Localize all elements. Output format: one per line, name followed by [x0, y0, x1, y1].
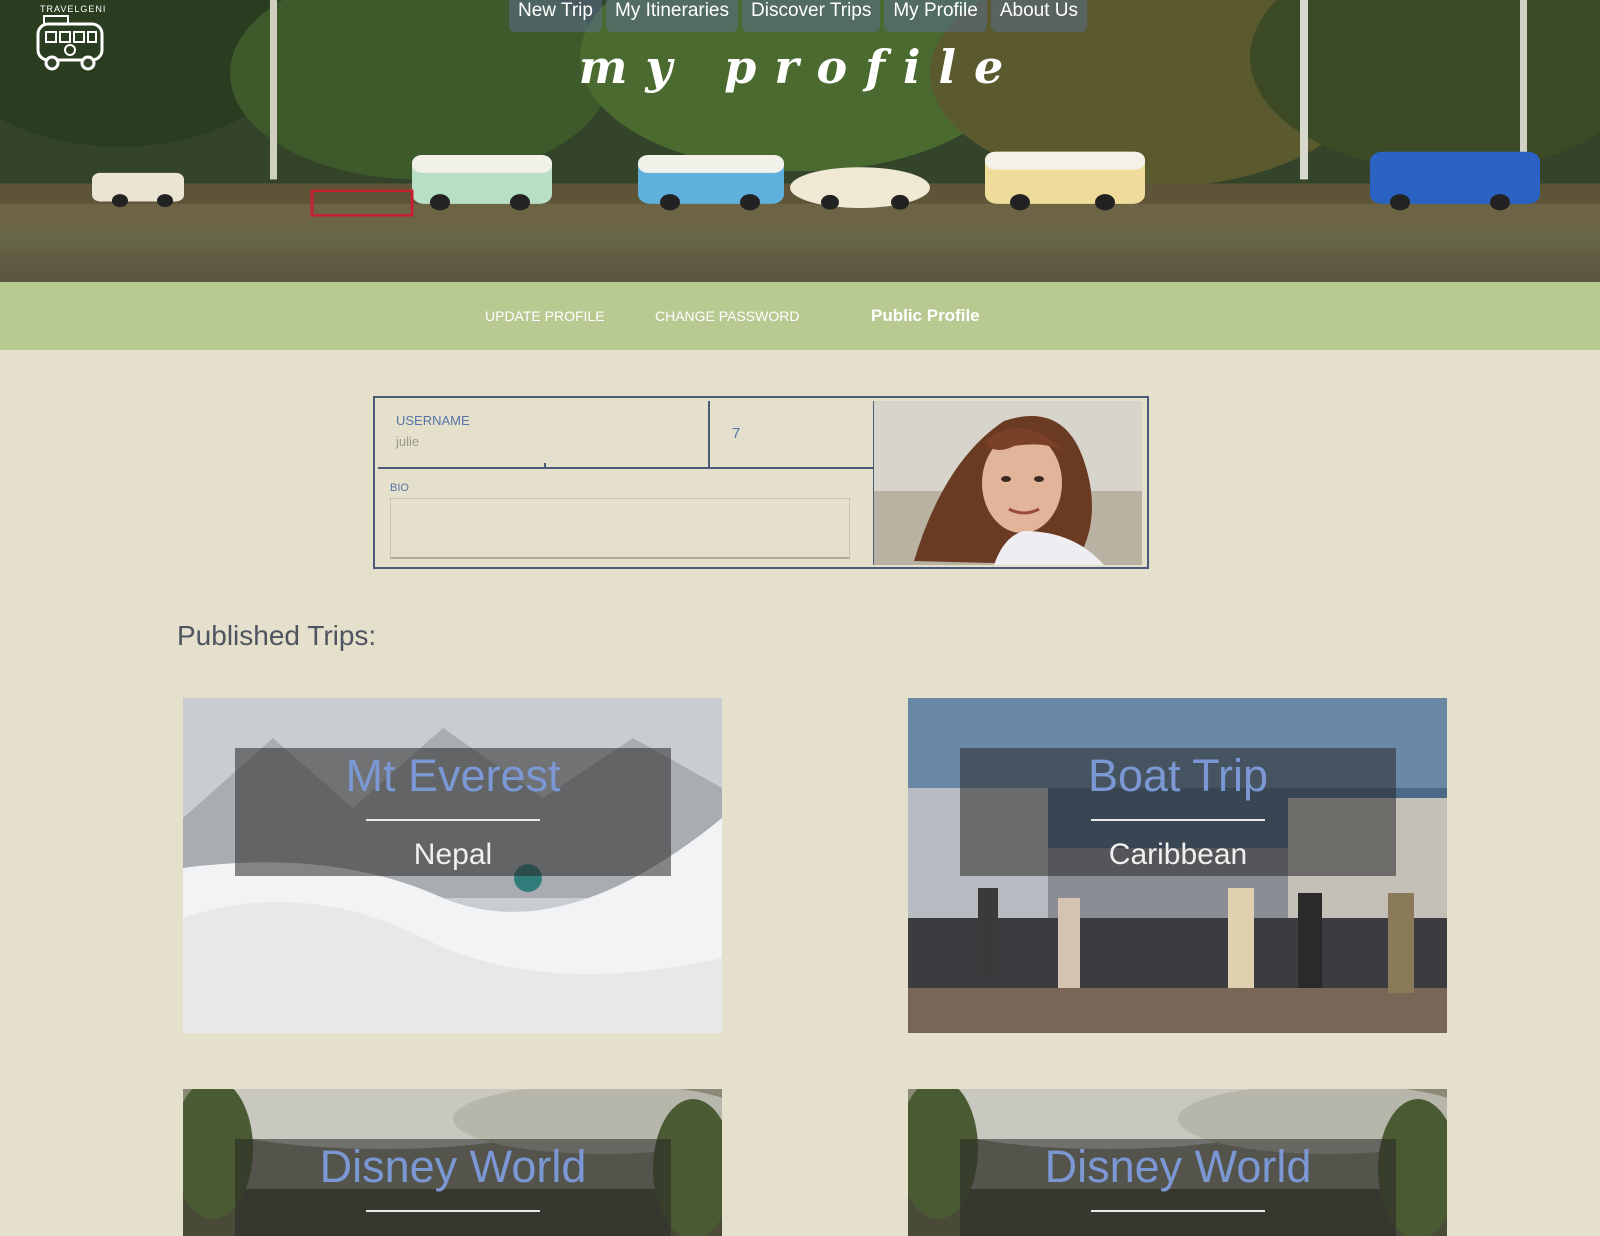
bio-label: BIO — [390, 482, 409, 494]
trip-card-overlay: Mt Everest Nepal — [235, 748, 671, 876]
profile-card: USERNAME julie 7 BIO — [373, 396, 1149, 569]
nav-my-profile[interactable]: My Profile — [884, 0, 987, 32]
published-trips-heading: Published Trips: — [177, 620, 377, 651]
trip-title-divider — [1091, 819, 1265, 821]
trip-card[interactable]: Mt Everest Nepal — [183, 698, 722, 1033]
trip-card[interactable]: Boat Trip Caribbean — [908, 698, 1447, 1033]
count-value: 7 — [732, 425, 741, 442]
trip-title-divider — [366, 1210, 540, 1212]
trip-card-overlay: Disney World — [235, 1139, 671, 1236]
trip-title-divider — [1091, 1210, 1265, 1212]
trip-card-overlay: Boat Trip Caribbean — [960, 748, 1396, 876]
profile-photo[interactable] — [874, 401, 1142, 565]
page-title: my profile — [578, 40, 1022, 94]
trip-title: Mt Everest — [345, 750, 561, 801]
trip-location: Caribbean — [1108, 838, 1248, 871]
tab-update-profile[interactable]: UPDATE PROFILE — [485, 282, 605, 350]
bio-textarea[interactable] — [390, 498, 850, 559]
trip-title: Boat Trip — [1087, 750, 1269, 801]
username-label: USERNAME — [396, 413, 470, 428]
nav-about-us[interactable]: About Us — [990, 0, 1087, 32]
profile-tab-bar: UPDATE PROFILE CHANGE PASSWORD Public Pr… — [0, 282, 1600, 350]
nav-discover-trips[interactable]: Discover Trips — [742, 0, 881, 32]
hero-background-image — [0, 0, 1600, 230]
top-navigation: New Trip My Itineraries Discover Trips M… — [509, 0, 1087, 32]
trip-card[interactable]: Disney World — [183, 1089, 722, 1236]
tab-change-password[interactable]: CHANGE PASSWORD — [655, 282, 799, 350]
tab-public-profile[interactable]: Public Profile — [871, 282, 980, 350]
bio-section: BIO — [378, 468, 875, 565]
trip-title-divider — [366, 819, 540, 821]
trip-location: Nepal — [413, 838, 493, 871]
username-field[interactable]: USERNAME julie — [378, 401, 710, 469]
trip-card-overlay: Disney World — [960, 1139, 1396, 1236]
nav-new-trip[interactable]: New Trip — [509, 0, 602, 32]
trip-card[interactable]: Disney World — [908, 1089, 1447, 1236]
hero-banner: TRAVELGENI New Trip My Itineraries Disco… — [0, 0, 1600, 282]
nav-my-itineraries[interactable]: My Itineraries — [605, 0, 738, 32]
trip-title: Disney World — [1044, 1141, 1312, 1192]
count-field: 7 — [710, 401, 875, 469]
username-value[interactable]: julie — [396, 434, 419, 449]
trip-title: Disney World — [319, 1141, 587, 1192]
